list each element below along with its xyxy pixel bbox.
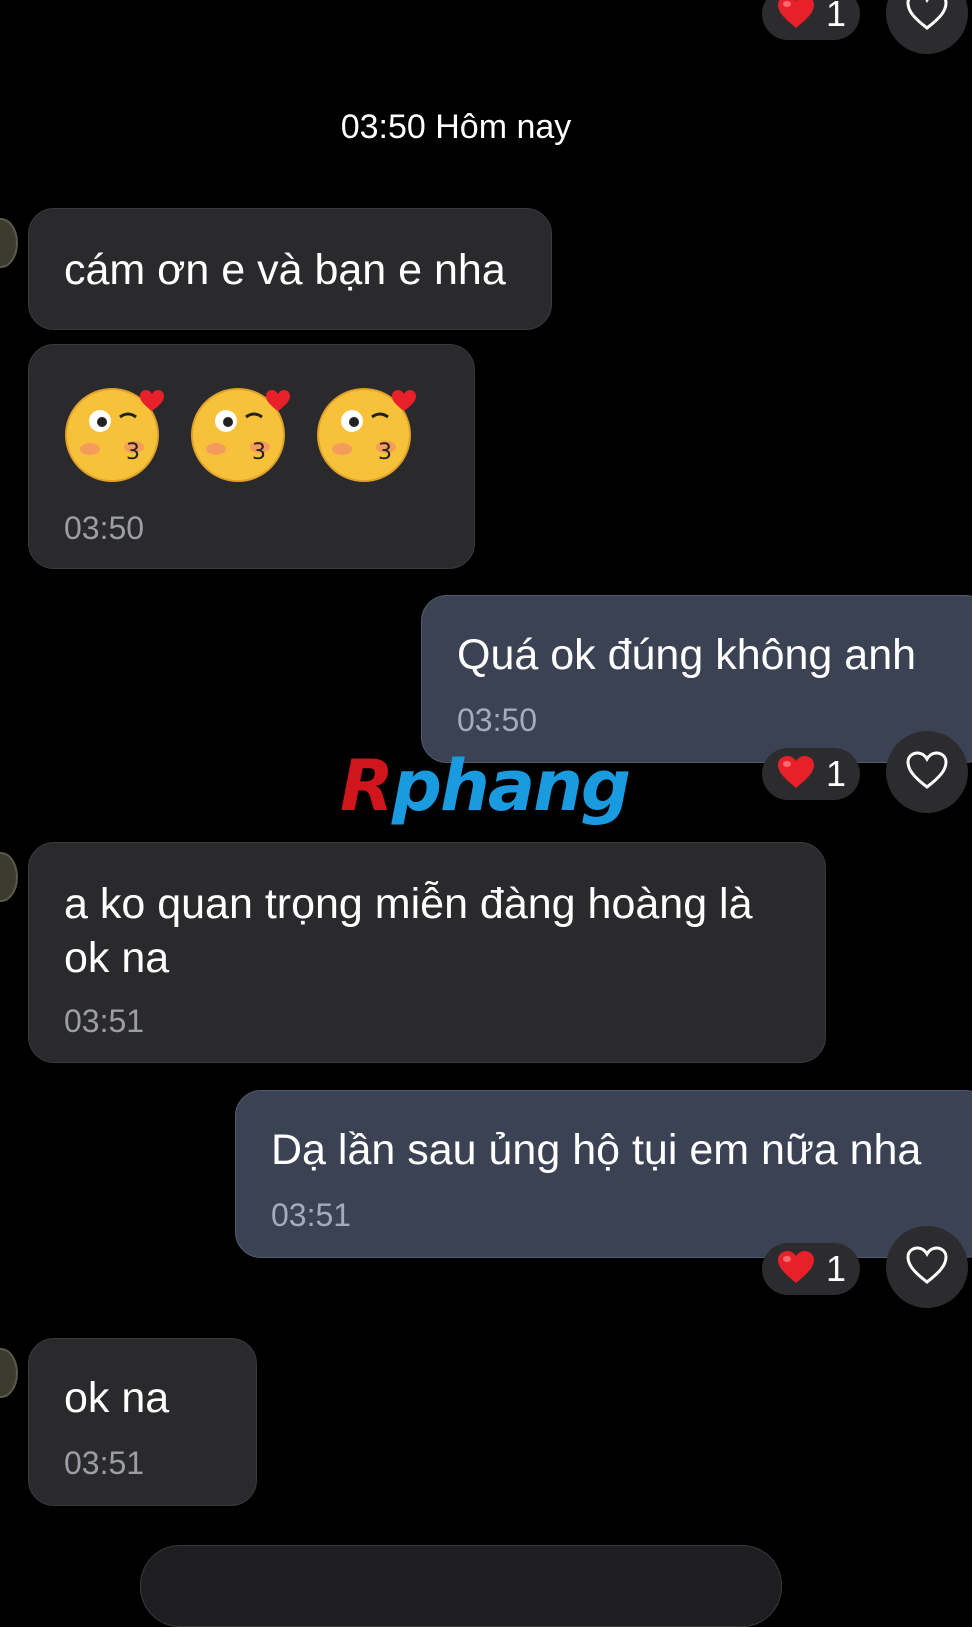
- message-text-line1: a ko quan trọng miễn đàng hoàng là: [64, 880, 753, 928]
- heart-icon: [776, 1249, 816, 1290]
- message-time: 03:50: [64, 510, 145, 546]
- date-separator: 03:50 Hôm nay: [340, 108, 572, 146]
- avatar[interactable]: [0, 1348, 18, 1398]
- message-composer[interactable]: [140, 1545, 782, 1627]
- avatar[interactable]: [0, 218, 18, 268]
- like-button[interactable]: [886, 1226, 968, 1308]
- heart-outline-icon: [905, 0, 949, 36]
- incoming-message[interactable]: ok na 03:51: [28, 1338, 257, 1506]
- message-text: Quá ok đúng không anh: [457, 631, 917, 679]
- message-text: Dạ lần sau ủng hộ tụi em nữa nha: [271, 1126, 922, 1174]
- svg-text:3: 3: [378, 440, 392, 465]
- outgoing-message[interactable]: Dạ lần sau ủng hộ tụi em nữa nha 03:51: [235, 1090, 972, 1258]
- reaction-pill[interactable]: 1: [762, 748, 860, 800]
- like-button-top[interactable]: [886, 0, 968, 54]
- reaction-count: 1: [825, 0, 847, 34]
- watermark-logo: Rphang: [340, 745, 631, 827]
- message-text-line2: ok na: [64, 934, 170, 982]
- avatar[interactable]: [0, 852, 18, 902]
- message-time: 03:51: [64, 1003, 145, 1039]
- watermark-part1: R: [340, 745, 394, 827]
- heart-icon: [776, 754, 816, 795]
- like-button[interactable]: [886, 731, 968, 813]
- incoming-message[interactable]: cám ơn e và bạn e nha: [28, 208, 552, 330]
- reaction-count: 1: [825, 753, 847, 794]
- message-time: 03:50: [457, 702, 538, 738]
- kiss-heart-emoji-icon: 3: [316, 381, 418, 488]
- watermark-part2: phang: [391, 745, 631, 827]
- svg-text:3: 3: [126, 440, 140, 465]
- heart-outline-icon: [905, 1245, 949, 1290]
- message-text: cám ơn e và bạn e nha: [64, 246, 506, 294]
- heart-icon: [776, 0, 816, 35]
- reaction-pill-top[interactable]: 1: [762, 0, 860, 40]
- message-time: 03:51: [64, 1445, 145, 1481]
- svg-text:3: 3: [252, 440, 266, 465]
- kiss-heart-emoji-icon: 3: [64, 381, 166, 488]
- incoming-message[interactable]: a ko quan trọng miễn đàng hoàng là ok na…: [28, 842, 826, 1063]
- message-text: ok na: [64, 1374, 170, 1422]
- reaction-count: 1: [825, 1248, 847, 1289]
- heart-outline-icon: [905, 750, 949, 795]
- incoming-emoji-message[interactable]: 3 3 3 03:50: [28, 344, 475, 569]
- outgoing-message[interactable]: Quá ok đúng không anh 03:50: [421, 595, 972, 763]
- message-time: 03:51: [271, 1197, 352, 1233]
- kiss-heart-emoji-icon: 3: [190, 381, 292, 488]
- reaction-pill[interactable]: 1: [762, 1243, 860, 1295]
